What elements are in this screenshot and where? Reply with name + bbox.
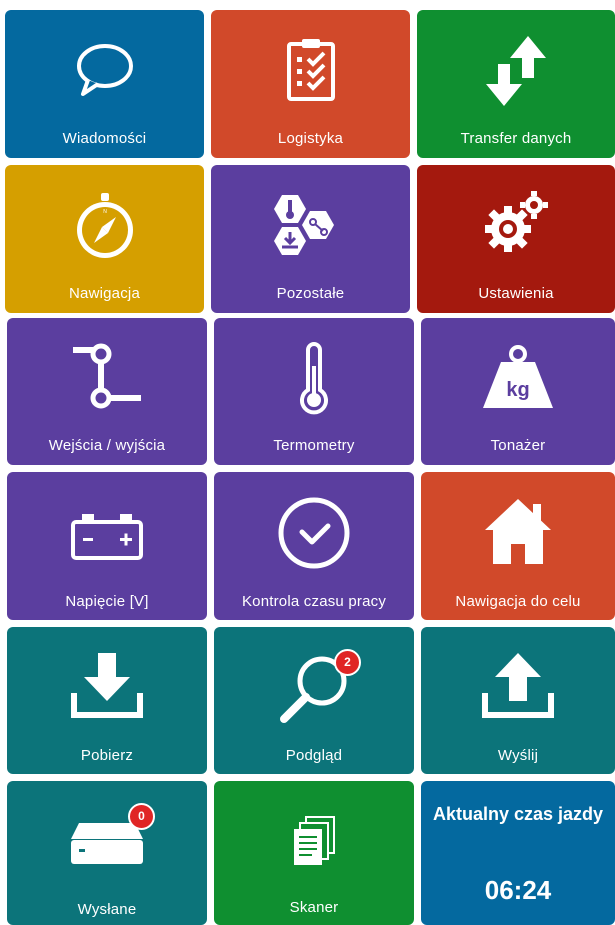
tile-label: Podgląd <box>285 747 343 764</box>
tile-wiadomosci[interactable]: Wiadomości <box>5 10 204 158</box>
driving-time-title: Aktualny czas jazdy <box>432 804 604 824</box>
gears-icon <box>485 191 548 252</box>
svg-text:N: N <box>103 209 107 215</box>
tile-kontrola-czasu-pracy[interactable]: Kontrola czasu pracy <box>214 472 414 620</box>
thermometer-icon <box>300 342 328 415</box>
tile-aktualny-czas-jazdy[interactable]: Aktualny czas jazdy 06:24 <box>421 781 615 925</box>
tile-label: Nawigacja do celu <box>455 593 581 610</box>
tile-transfer-danych[interactable]: Transfer danych <box>417 10 615 158</box>
check-circle-icon <box>278 497 350 569</box>
tile-podglad[interactable]: 2 Podgląd <box>214 627 414 774</box>
tile-pozostale[interactable]: Pozostałe <box>211 165 410 313</box>
upload-icon <box>482 653 554 718</box>
svg-text:kg: kg <box>506 379 529 401</box>
tile-wyslane[interactable]: 0 Wysłane <box>7 781 207 925</box>
download-icon <box>71 653 143 718</box>
tile-wyslij[interactable]: Wyślij <box>421 627 615 774</box>
tile-label: Transfer danych <box>460 130 572 147</box>
tile-logistyka[interactable]: Logistyka <box>211 10 410 158</box>
hexagon-cluster-icon <box>273 195 334 255</box>
tile-label: Ustawienia <box>478 285 554 302</box>
documents-icon <box>294 816 335 865</box>
tile-nawigacja[interactable]: N Nawigacja <box>5 165 204 313</box>
tile-ustawienia[interactable]: Ustawienia <box>417 165 615 313</box>
tile-label: Wejścia / wyjścia <box>48 437 166 454</box>
notification-badge: 2 <box>334 649 361 676</box>
clipboard-checklist-icon <box>286 39 335 101</box>
tile-label: Wysłane <box>77 901 137 918</box>
tile-termometry[interactable]: Termometry <box>214 318 414 465</box>
tile-skaner[interactable]: Skaner <box>214 781 414 925</box>
notification-badge: 0 <box>128 803 155 830</box>
compass-icon: N <box>76 193 133 258</box>
tile-label: Pobierz <box>80 747 134 764</box>
tile-nawigacja-do-celu[interactable]: Nawigacja do celu <box>421 472 615 620</box>
tile-napiecie[interactable]: Napięcie [V] <box>7 472 207 620</box>
tile-label: Kontrola czasu pracy <box>241 593 387 610</box>
tile-label: Skaner <box>289 899 339 916</box>
tile-label: Wiadomości <box>62 130 147 147</box>
chat-bubble-icon <box>76 44 133 96</box>
driving-time-value: 06:24 <box>484 875 552 905</box>
tile-label: Tonażer <box>490 437 546 454</box>
tile-label: Wyślij <box>497 747 539 764</box>
tile-pobierz[interactable]: Pobierz <box>7 627 207 774</box>
battery-icon <box>71 514 143 560</box>
tile-label: Nawigacja <box>69 285 140 302</box>
transfer-arrows-icon <box>486 36 546 106</box>
tile-label: Pozostałe <box>276 285 345 302</box>
tile-label: Napięcie [V] <box>65 593 149 610</box>
tile-tonazer[interactable]: kg Tonażer <box>421 318 615 465</box>
tile-label: Termometry <box>273 437 355 454</box>
tile-label: Logistyka <box>277 130 344 147</box>
io-connector-icon <box>73 343 141 409</box>
weight-kg-icon: kg <box>483 345 553 408</box>
tile-wejscia-wyjscia[interactable]: Wejścia / wyjścia <box>7 318 207 465</box>
home-icon <box>485 499 551 564</box>
